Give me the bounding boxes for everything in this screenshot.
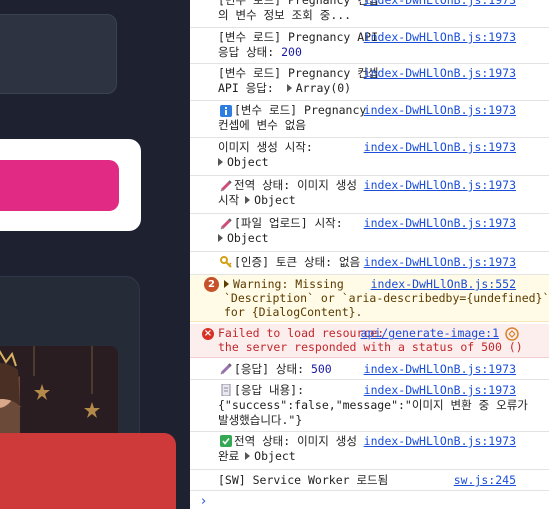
console-message-line: [파일 업로드] 시작: — [234, 216, 343, 230]
key-icon — [220, 256, 232, 268]
console-message-line: the server responded with a status of 50… — [218, 340, 523, 354]
object-preview[interactable]: Object — [254, 449, 296, 463]
console-message-line: 시작 — [218, 193, 240, 207]
console-message-line: [변수 로드] Pregnancy 컨셉 — [218, 66, 379, 80]
console-message-line: [응답] 상태: — [234, 362, 311, 376]
console-message-line: Failed to load resource: — [218, 326, 385, 340]
source-link[interactable]: index-DwHLlOnB.js:1973 — [364, 0, 516, 8]
console-message-line: 발생했습니다."} — [218, 413, 303, 427]
console-row: [변수 로드] Pregnancy 컨셉에 변수 없음 index-DwHLlO… — [190, 101, 549, 138]
console-message-line: [변수 로드] Pregnancy — [234, 103, 367, 117]
console-message-line: {"success":false,"message":"이미지 변환 중 오류가 — [218, 398, 528, 412]
expand-triangle-icon[interactable] — [218, 234, 223, 242]
page-icon — [221, 384, 231, 396]
console-warning-row: 2 Warning: Missing `Description` or `ari… — [190, 275, 549, 322]
console-row: 전역 상태: 이미지 생성 시작 Object index-DwHLlOnB.js… — [190, 176, 549, 214]
console-row: [변수 로드] Pregnancy 컨셉 API 응답: Array(0) in… — [190, 64, 549, 101]
source-link[interactable]: index-DwHLlOnB.js:1973 — [364, 66, 516, 81]
console-row: 이미지 생성 시작: Object index-DwHLlOnB.js:1973 — [190, 138, 549, 176]
info-icon — [220, 105, 232, 117]
console-row: [변수 로드] Pregnancy API 응답 상태: 200 index-D… — [190, 28, 549, 64]
console-message-line: 전역 상태: 이미지 생성 — [234, 178, 357, 192]
console-message-line: [변수 로드] Pregnancy API — [218, 30, 379, 44]
console-message-line: [응답 내용]: — [234, 383, 305, 397]
console-message-line: for {DialogContent}. — [224, 305, 363, 319]
source-link[interactable]: index-DwHLlOnB.js:1973 — [364, 178, 516, 193]
generate-button[interactable] — [0, 160, 119, 211]
source-link[interactable]: index-DwHLlOnB.js:1973 — [364, 434, 516, 449]
app-pane — [0, 0, 190, 509]
object-preview[interactable]: Object — [254, 193, 296, 207]
console-error-row: × Failed to load resource: the server re… — [190, 324, 549, 358]
check-icon — [220, 435, 232, 447]
console-message-line: 컨셉에 변수 없음 — [218, 118, 306, 132]
console-message-line: Warning: Missing — [233, 277, 344, 291]
syringe-icon — [220, 363, 232, 375]
console-message-line: [변수 로드] Pregnancy 컨셉 — [218, 0, 379, 7]
console-message-line: `Description` or `aria-describedby={unde… — [224, 291, 549, 305]
network-panel-icon[interactable] — [505, 327, 519, 341]
expand-triangle-icon[interactable] — [224, 280, 229, 288]
console-message-line: 응답 상태: — [218, 45, 282, 59]
source-link[interactable]: index-DwHLlOnB.js:1973 — [364, 255, 516, 270]
syringe-icon — [220, 218, 232, 230]
network-request-link[interactable]: api/generate-image:1 — [361, 326, 499, 341]
console-message-line: 완료 — [218, 449, 240, 463]
console-row: [파일 업로드] 시작: Object index-DwHLlOnB.js:19… — [190, 214, 549, 252]
console-row: [응답 내용]: {"success":false,"message":"이미지… — [190, 380, 549, 432]
expand-triangle-icon[interactable] — [245, 452, 251, 460]
console-row: [인증] 토큰 상태: 없음 index-DwHLlOnB.js:1973 — [190, 252, 549, 275]
warning-count-badge: 2 — [204, 277, 219, 292]
console-message-line: [인증] 토큰 상태: 없음 — [234, 255, 361, 269]
console-message-line: [SW] Service Worker 로드됨 — [218, 473, 389, 487]
source-link[interactable]: index-DwHLlOnB.js:1973 — [364, 362, 516, 377]
status-value: 500 — [310, 362, 332, 376]
status-value: 200 — [281, 45, 302, 59]
error-icon: × — [202, 328, 214, 340]
object-preview[interactable]: Object — [227, 231, 269, 245]
console-message-line: 이미지 생성 시작: — [218, 140, 313, 154]
source-link[interactable]: index-DwHLlOnB.js:1973 — [364, 103, 516, 118]
syringe-icon — [220, 180, 232, 192]
expand-triangle-icon[interactable] — [218, 158, 223, 166]
object-preview[interactable]: Array(0) — [296, 81, 351, 95]
console-row: [응답] 상태: 500 index-DwHLlOnB.js:1973 — [190, 359, 549, 380]
expand-triangle-icon[interactable] — [245, 196, 251, 204]
console-message-line: API 응답: — [218, 81, 281, 95]
console-row: [변수 로드] Pregnancy 컨셉 의 변수 정보 조회 중... ind… — [190, 0, 549, 28]
source-link[interactable]: sw.js:245 — [454, 473, 516, 488]
devtools-console: [변수 로드] Pregnancy 컨셉 의 변수 정보 조회 중... ind… — [190, 0, 549, 509]
source-link[interactable]: index-DwHLlOnB.js:1973 — [364, 383, 516, 398]
error-panel — [0, 433, 176, 509]
source-link[interactable]: index-DwHLlOnB.js:1973 — [364, 30, 516, 45]
console-prompt[interactable]: › — [201, 494, 206, 509]
console-message-line: 의 변수 정보 조회 중... — [218, 8, 352, 22]
object-preview[interactable]: Object — [227, 155, 269, 169]
source-link[interactable]: index-DwHLlOnB.js:1973 — [364, 216, 516, 231]
console-row: [SW] Service Worker 로드됨 sw.js:245 — [190, 470, 549, 491]
console-message-line: 전역 상태: 이미지 생성 — [234, 434, 357, 448]
app-input-card[interactable] — [0, 14, 117, 94]
console-row: 전역 상태: 이미지 생성 완료 Object index-DwHLlOnB.js… — [190, 432, 549, 470]
source-link[interactable]: index-DwHLlOnB.js:1973 — [364, 140, 516, 155]
source-link[interactable]: index-DwHLlOnB.js:552 — [371, 277, 516, 292]
expand-triangle-icon[interactable] — [286, 84, 292, 92]
